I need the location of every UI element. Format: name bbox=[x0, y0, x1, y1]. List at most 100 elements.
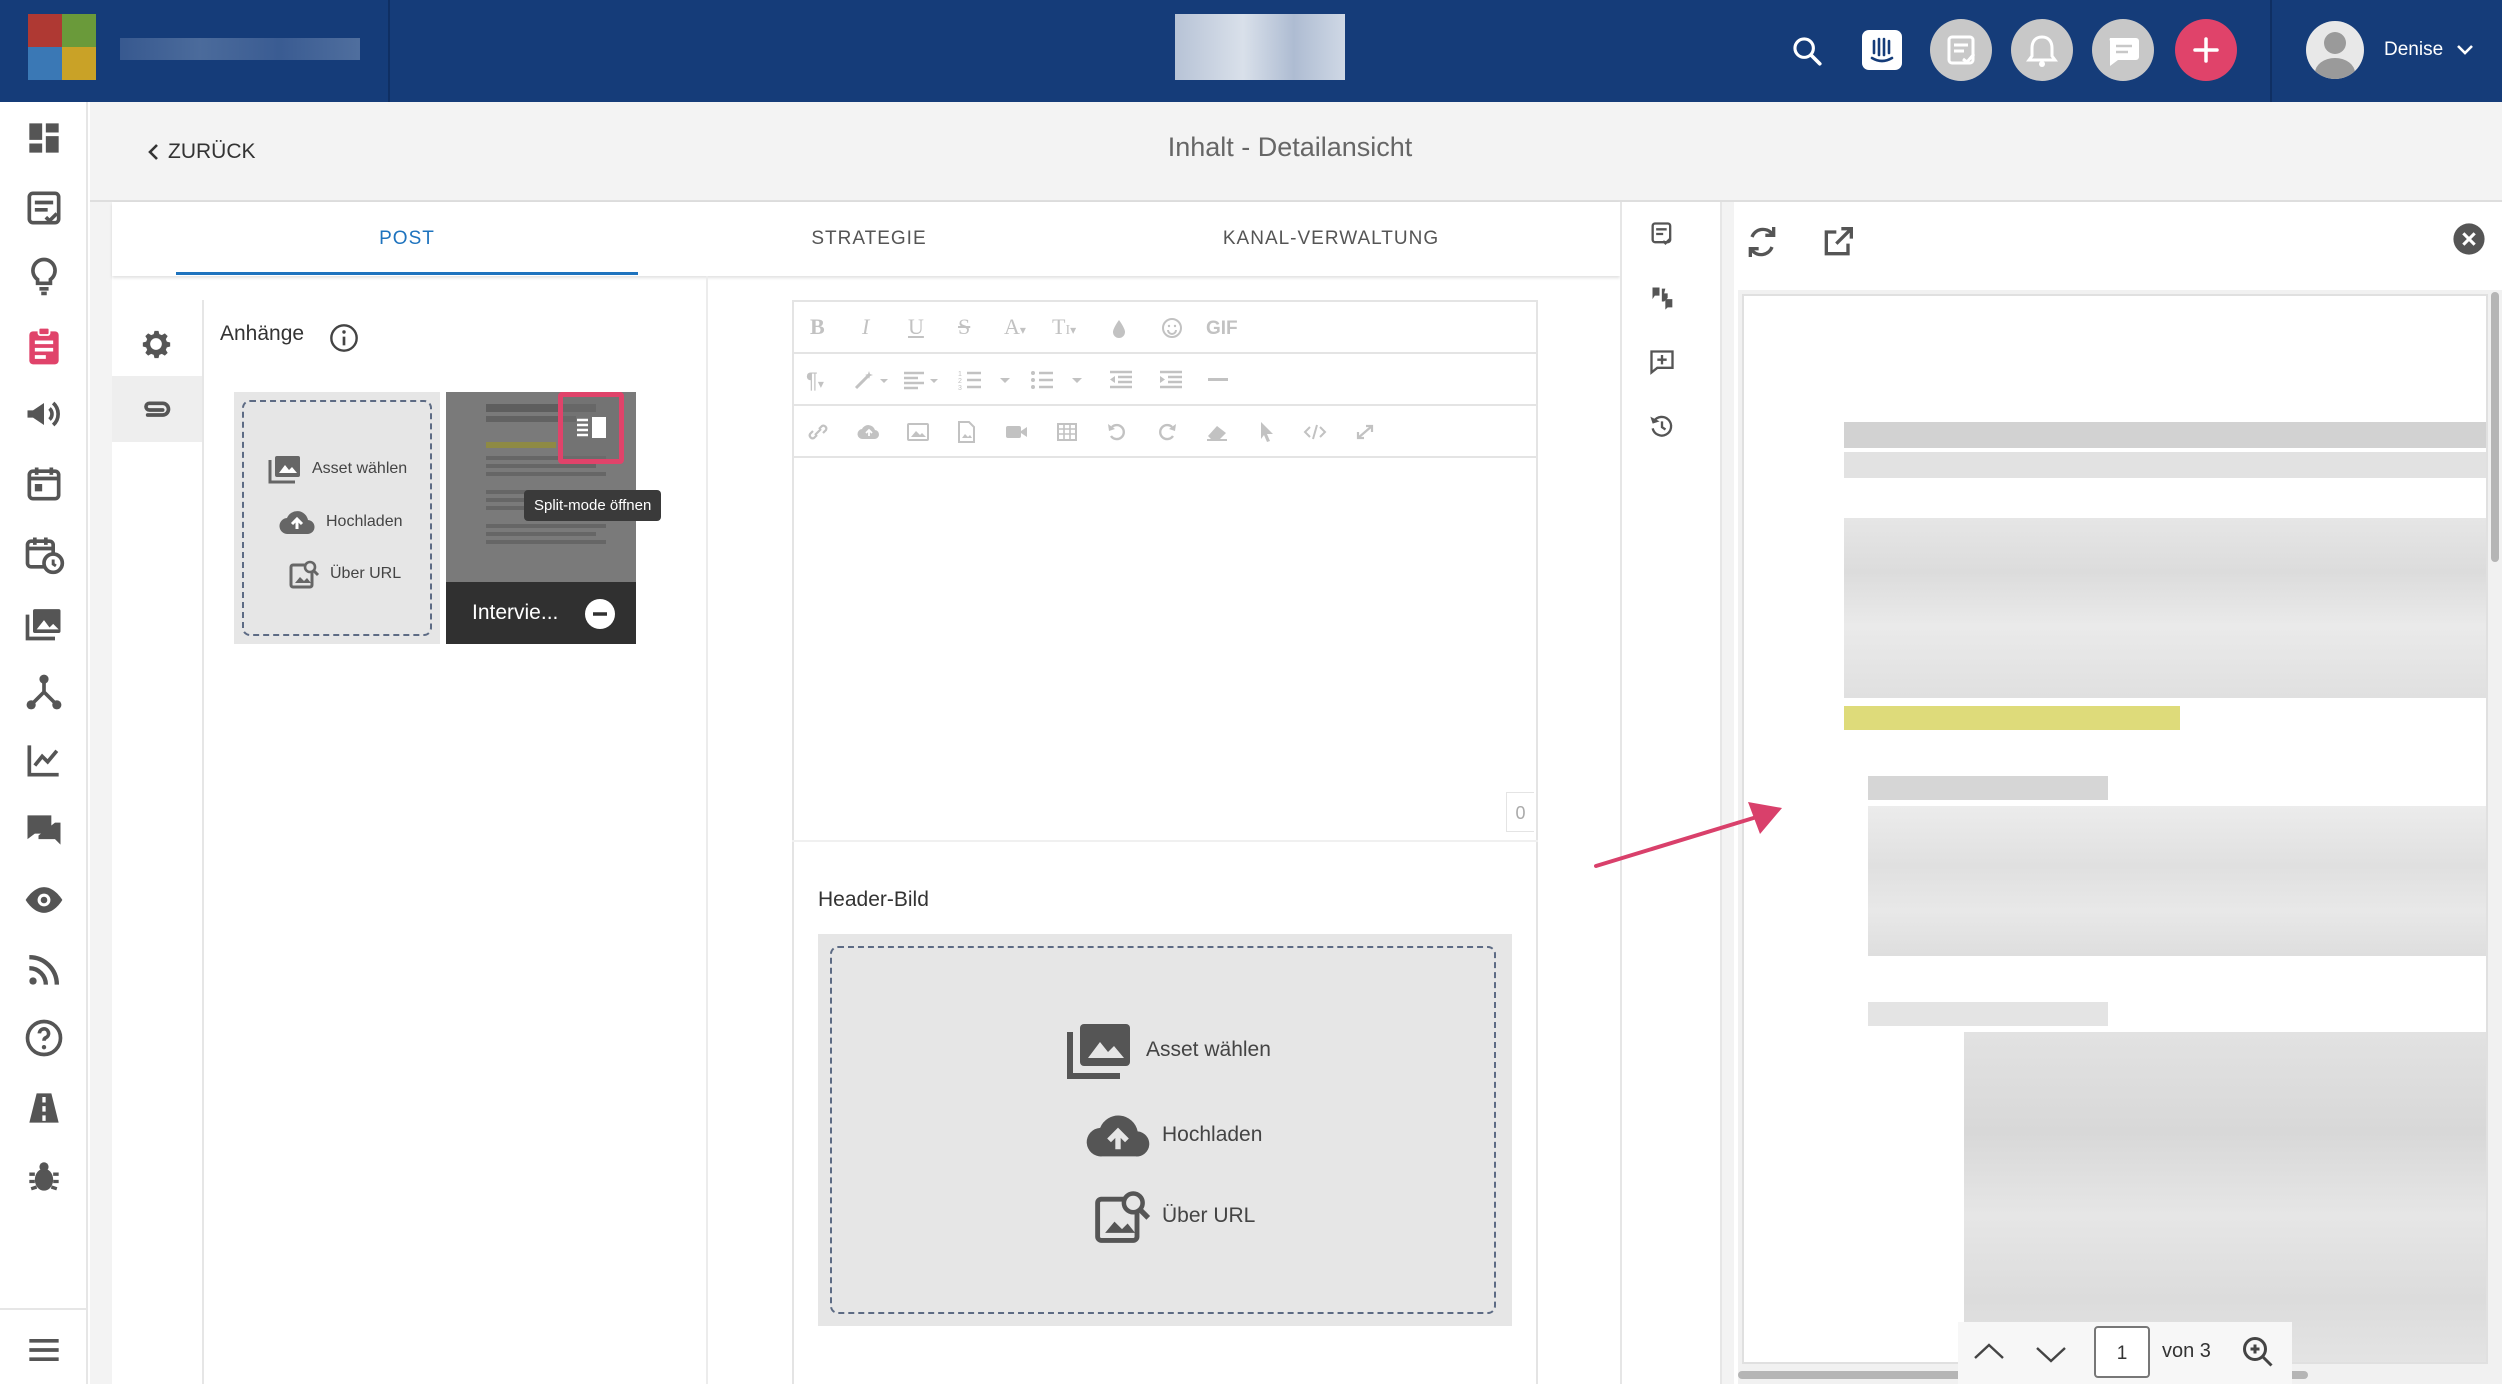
app-logo[interactable] bbox=[28, 14, 96, 80]
center-logo-blurred bbox=[1175, 14, 1345, 80]
content-icon[interactable] bbox=[22, 324, 66, 368]
bold-icon[interactable]: B bbox=[810, 314, 825, 340]
rss-icon[interactable] bbox=[22, 948, 66, 992]
pdf-scrollbar[interactable] bbox=[2488, 290, 2502, 1364]
gif-button[interactable]: GIF bbox=[1206, 318, 1238, 340]
attachment-dropzone[interactable]: Asset wählen Hochladen Über URL bbox=[242, 400, 432, 636]
image-library-icon bbox=[268, 454, 302, 484]
comments-icon[interactable] bbox=[22, 808, 66, 852]
image-icon[interactable] bbox=[906, 422, 930, 442]
open-external-icon[interactable] bbox=[1818, 222, 1858, 262]
pdf-viewer[interactable]: 1 von 3 bbox=[1738, 290, 2502, 1384]
file-name: Intervie... bbox=[472, 601, 559, 624]
intercom-icon[interactable] bbox=[1862, 30, 1902, 70]
remove-attachment-icon[interactable] bbox=[584, 598, 616, 630]
ink-drop-icon[interactable] bbox=[1110, 318, 1128, 340]
posts-icon[interactable] bbox=[22, 186, 66, 230]
font-color-icon[interactable]: A▾ bbox=[1004, 314, 1026, 340]
header-asset-label: Asset wählen bbox=[1146, 1038, 1271, 1061]
media-library-icon[interactable] bbox=[22, 600, 66, 644]
feedback-thumbs-icon[interactable] bbox=[1648, 284, 1678, 312]
cloud-icon[interactable] bbox=[856, 422, 882, 442]
chat-icon[interactable] bbox=[2092, 19, 2154, 81]
search-icon[interactable] bbox=[1790, 34, 1824, 68]
campaign-icon[interactable] bbox=[22, 392, 66, 436]
header-asset-option[interactable]: Asset wählen bbox=[1064, 1020, 1271, 1080]
network-icon[interactable] bbox=[22, 670, 66, 714]
outdent-icon[interactable] bbox=[1108, 368, 1134, 392]
calendar-icon[interactable] bbox=[22, 462, 66, 506]
editor-toolbar: B I U S A▾ TI▾ GIF ¶▾ 123 bbox=[794, 302, 1536, 458]
underline-icon[interactable]: U bbox=[908, 314, 924, 340]
attachment-upload-option[interactable]: Hochladen bbox=[278, 508, 403, 536]
eraser-icon[interactable] bbox=[1204, 422, 1230, 442]
back-label: ZURÜCK bbox=[168, 140, 256, 163]
tab-post[interactable]: POST bbox=[176, 202, 638, 276]
history-icon[interactable] bbox=[1648, 412, 1676, 440]
redo-icon[interactable] bbox=[1156, 421, 1178, 443]
notes-icon[interactable] bbox=[1648, 220, 1676, 248]
add-icon[interactable] bbox=[2175, 19, 2237, 81]
pdf-blurred-block bbox=[1844, 518, 2486, 698]
bell-icon[interactable] bbox=[2011, 19, 2073, 81]
undo-icon[interactable] bbox=[1106, 421, 1128, 443]
refresh-icon[interactable] bbox=[1742, 222, 1782, 262]
schedule-icon[interactable] bbox=[22, 532, 66, 576]
pdf-blurred-block bbox=[1868, 806, 2486, 956]
add-comment-icon[interactable] bbox=[1648, 348, 1676, 376]
horizontal-line-icon[interactable] bbox=[1208, 378, 1228, 381]
header-url-option[interactable]: Über URL bbox=[1092, 1186, 1255, 1246]
tab-kanal-verwaltung[interactable]: KANAL-VERWALTUNG bbox=[1100, 202, 1562, 276]
menu-icon[interactable] bbox=[22, 1328, 66, 1372]
help-icon[interactable] bbox=[22, 1016, 66, 1060]
unordered-list-icon[interactable] bbox=[1030, 368, 1090, 392]
fullscreen-icon[interactable] bbox=[1354, 422, 1376, 442]
page-number-input[interactable]: 1 bbox=[2094, 1326, 2150, 1378]
pdf-scroll-thumb[interactable] bbox=[2491, 292, 2499, 562]
attachment-upload-label: Hochladen bbox=[326, 513, 403, 530]
paperclip-icon bbox=[136, 390, 176, 430]
italic-icon[interactable]: I bbox=[862, 314, 869, 340]
settings-icon[interactable] bbox=[136, 324, 176, 364]
tab-strategie[interactable]: STRATEGIE bbox=[638, 202, 1100, 276]
align-icon[interactable] bbox=[902, 368, 944, 392]
previous-page-icon[interactable] bbox=[1972, 1340, 2006, 1364]
magic-wand-icon[interactable] bbox=[852, 368, 892, 392]
visibility-icon[interactable] bbox=[22, 878, 66, 922]
dashboard-icon[interactable] bbox=[22, 116, 66, 160]
image-library-icon bbox=[1064, 1020, 1136, 1080]
next-page-icon[interactable] bbox=[2034, 1342, 2068, 1366]
video-icon[interactable] bbox=[1004, 422, 1030, 442]
header-upload-option[interactable]: Hochladen bbox=[1084, 1110, 1262, 1160]
font-size-icon[interactable]: TI▾ bbox=[1052, 314, 1076, 340]
select-pointer-icon[interactable] bbox=[1258, 420, 1276, 444]
attachment-asset-option[interactable]: Asset wählen bbox=[268, 454, 407, 484]
image-file-icon[interactable] bbox=[956, 420, 976, 444]
idea-icon[interactable] bbox=[22, 254, 66, 298]
attachments-tab[interactable] bbox=[112, 376, 202, 442]
attachment-asset-label: Asset wählen bbox=[312, 460, 408, 477]
pdf-page-controls: 1 von 3 bbox=[1958, 1322, 2292, 1384]
tasks-icon[interactable] bbox=[1930, 19, 1992, 81]
zoom-in-icon[interactable] bbox=[2240, 1334, 2276, 1370]
ordered-list-icon[interactable]: 123 bbox=[958, 368, 1018, 392]
analytics-icon[interactable] bbox=[22, 738, 66, 782]
info-icon[interactable] bbox=[328, 322, 360, 354]
emoji-icon[interactable] bbox=[1160, 316, 1184, 340]
cloud-upload-icon bbox=[1084, 1110, 1152, 1160]
bug-icon[interactable] bbox=[22, 1154, 66, 1198]
user-menu[interactable]: Denise bbox=[2306, 20, 2486, 80]
attachment-url-option[interactable]: Über URL bbox=[288, 558, 401, 590]
back-button[interactable]: ZURÜCK bbox=[146, 136, 256, 168]
close-icon[interactable] bbox=[2452, 222, 2486, 256]
header-image-dropzone[interactable]: Asset wählen Hochladen Über URL bbox=[830, 946, 1496, 1314]
road-icon[interactable] bbox=[22, 1086, 66, 1130]
editor-text-area[interactable] bbox=[794, 460, 1536, 840]
split-mode-button[interactable] bbox=[558, 392, 624, 464]
strikethrough-icon[interactable]: S bbox=[958, 314, 970, 340]
table-icon[interactable] bbox=[1056, 422, 1078, 442]
paragraph-format-icon[interactable]: ¶▾ bbox=[806, 368, 824, 394]
indent-icon[interactable] bbox=[1158, 368, 1184, 392]
link-icon[interactable] bbox=[806, 422, 830, 442]
code-view-icon[interactable] bbox=[1302, 422, 1328, 442]
